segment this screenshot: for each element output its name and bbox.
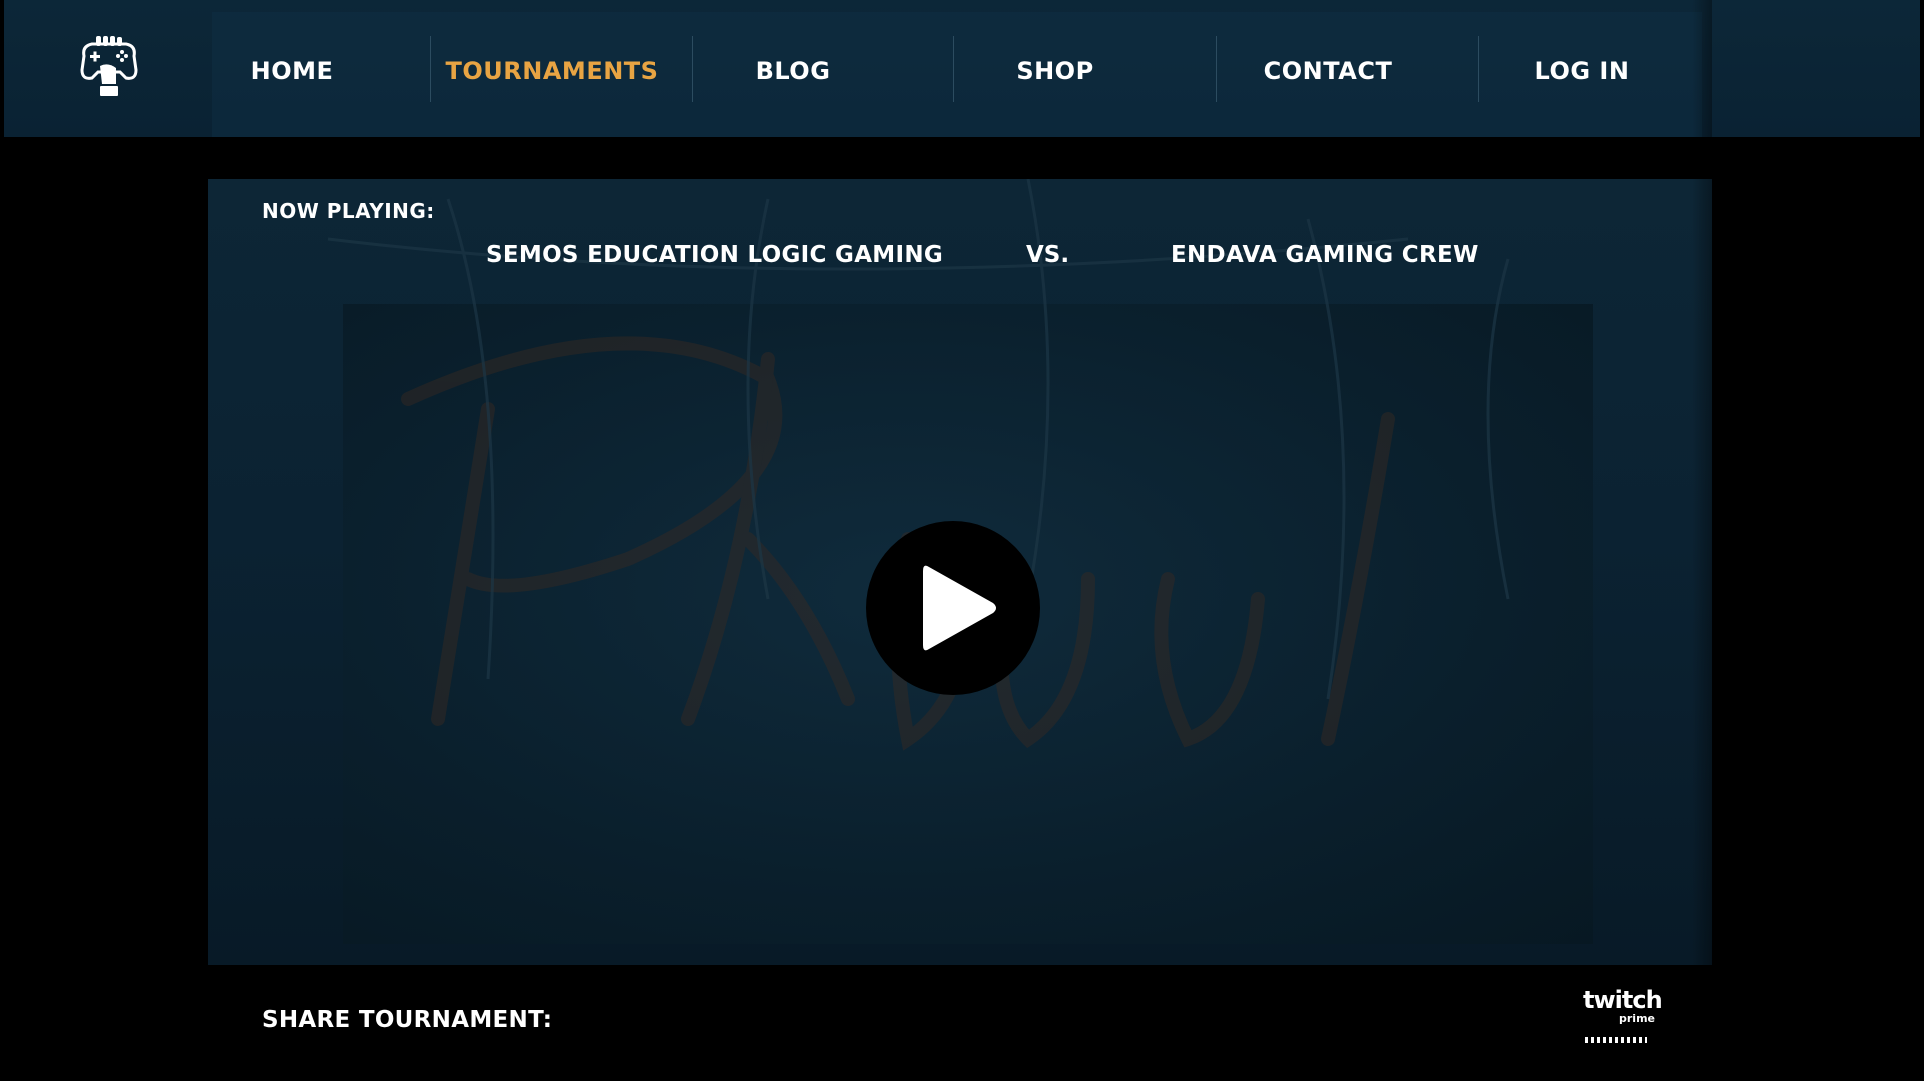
twitch-prime-logo[interactable]: twitch prime (1583, 987, 1663, 1051)
twitch-prime-text: prime (1619, 1012, 1655, 1025)
nav-login[interactable]: LOG IN (1512, 36, 1652, 106)
nav-shop[interactable]: SHOP (1000, 36, 1110, 106)
play-icon (923, 565, 996, 651)
now-playing-label: NOW PLAYING: (262, 199, 435, 223)
nav-divider (953, 36, 954, 102)
team-a-name: SEMOS EDUCATION LOGIC GAMING (486, 242, 944, 268)
nav-divider (430, 36, 431, 102)
page: HOME TOURNAMENTS BLOG SHOP CONTACT LOG I… (0, 0, 1924, 1081)
video-player[interactable]: NOW PLAYING: SEMOS EDUCATION LOGIC GAMIN… (208, 179, 1712, 965)
nav-contact[interactable]: CONTACT (1248, 36, 1408, 106)
versus-label: VS. (1026, 242, 1070, 268)
share-tournament-label: SHARE TOURNAMENT: (262, 1007, 553, 1033)
play-button[interactable] (866, 521, 1040, 695)
header: HOME TOURNAMENTS BLOG SHOP CONTACT LOG I… (4, 0, 1920, 137)
share-bar: SHARE TOURNAMENT: twitch prime (208, 965, 1712, 1081)
twitch-wordmark: twitch (1583, 986, 1663, 1014)
nav-divider (1216, 36, 1217, 102)
nav-divider (692, 36, 693, 102)
nav-blog[interactable]: BLOG (738, 36, 848, 106)
nav-tournaments[interactable]: TOURNAMENTS (442, 36, 662, 106)
nav-divider (1478, 36, 1479, 102)
twitch-dots-decoration (1585, 1037, 1647, 1043)
gamepad-hand-icon[interactable] (74, 36, 144, 102)
nav-home[interactable]: HOME (232, 36, 352, 106)
team-b-name: ENDAVA GAMING CREW (1171, 242, 1479, 268)
